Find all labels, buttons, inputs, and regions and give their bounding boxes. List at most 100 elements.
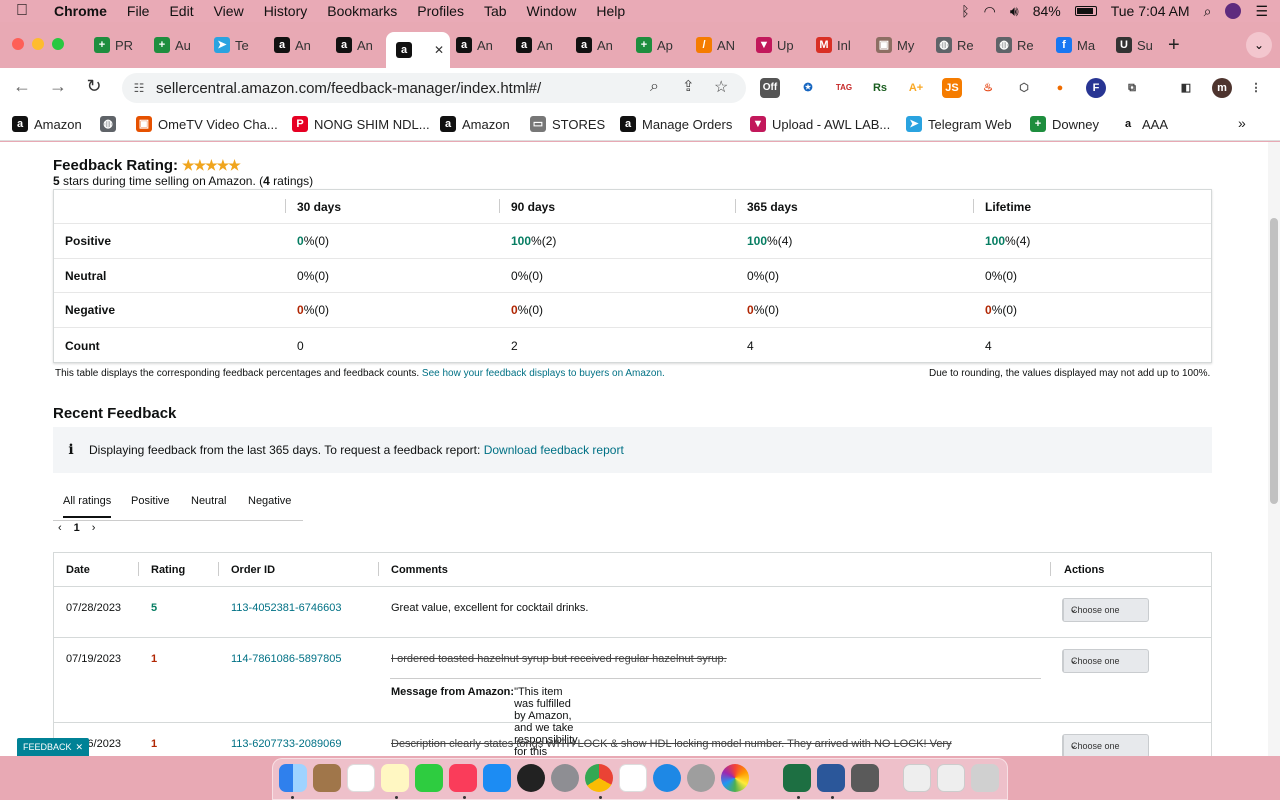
col-rating[interactable]: Rating — [151, 564, 185, 576]
tab-active[interactable]: a ✕ — [386, 32, 450, 68]
facetime-icon[interactable] — [415, 764, 443, 792]
window-minimize-button[interactable] — [32, 38, 44, 50]
next-page-chevron-icon[interactable]: › — [92, 522, 96, 534]
word-icon[interactable] — [817, 764, 845, 792]
extension-tag-icon[interactable]: TAG — [834, 78, 854, 98]
row-order-id-link[interactable]: 114-7861086-5897805 — [231, 653, 342, 665]
reminders-icon[interactable] — [619, 764, 647, 792]
address-bar[interactable]: ☷ sellercentral.amazon.com/feedback-mana… — [122, 73, 746, 103]
page-scrollbar[interactable] — [1268, 142, 1280, 756]
action-dropdown[interactable]: Choose one ⌄ — [1062, 598, 1149, 622]
bookmark-star-icon[interactable]: ☆ — [714, 77, 728, 97]
wifi-icon[interactable]: ◠ — [984, 3, 996, 20]
side-panel-icon[interactable]: ◧ — [1176, 78, 1196, 98]
tab-negative[interactable]: Negative — [248, 495, 291, 507]
tab[interactable]: a An — [506, 30, 562, 60]
menu-app-name[interactable]: Chrome — [44, 3, 117, 19]
tab[interactable]: a An — [566, 30, 622, 60]
new-tab-button[interactable]: + — [1168, 34, 1180, 57]
share-icon[interactable]: ⇪ — [682, 77, 695, 95]
extension-off-badge-icon[interactable]: Off — [760, 78, 780, 98]
menu-tab[interactable]: Tab — [474, 3, 517, 19]
tab[interactable]: + Ap — [626, 30, 682, 60]
row-order-id-link[interactable]: 113-4052381-6746603 — [231, 602, 342, 614]
row-order-id-link[interactable]: 113-6207733-2089069 — [231, 738, 342, 750]
notes-icon[interactable] — [381, 764, 409, 792]
col-order-id[interactable]: Order ID — [231, 564, 275, 576]
bookmark-item[interactable]: ◍ — [100, 116, 122, 132]
tab-neutral[interactable]: Neutral — [191, 495, 226, 507]
tab[interactable]: ▼ Up — [746, 30, 802, 60]
app-store-icon[interactable] — [483, 764, 511, 792]
bookmark-item[interactable]: + Downey — [1030, 116, 1099, 132]
scrollbar-thumb[interactable] — [1270, 218, 1278, 504]
siri-dock-icon[interactable] — [517, 764, 545, 792]
notes-app-icon[interactable] — [313, 764, 341, 792]
tab-positive[interactable]: Positive — [131, 495, 170, 507]
extension-rs-icon[interactable]: Rs — [870, 78, 890, 98]
extension-fire-icon[interactable]: ♨ — [978, 78, 998, 98]
bookmark-item[interactable]: a AAA — [1120, 116, 1168, 132]
chrome-icon[interactable] — [585, 764, 613, 792]
tab[interactable]: f Ma — [1046, 30, 1102, 60]
close-icon[interactable]: ✕ — [75, 742, 83, 753]
col-date[interactable]: Date — [66, 564, 90, 576]
document-icon[interactable] — [937, 764, 965, 792]
tab[interactable]: ◍ Re — [986, 30, 1042, 60]
calculator-icon[interactable] — [851, 764, 879, 792]
menu-file[interactable]: File — [117, 3, 160, 19]
tab-search-chevron-icon[interactable]: ⌄ — [1246, 32, 1272, 58]
tab[interactable]: a An — [326, 30, 382, 60]
tab[interactable]: ➤ Te — [204, 30, 260, 60]
tab-all-ratings[interactable]: All ratings — [63, 495, 112, 518]
forward-button[interactable]: → — [40, 76, 76, 97]
zoom-icon[interactable]: ⌕ — [650, 78, 659, 96]
calendar-icon[interactable] — [347, 764, 375, 792]
tab[interactable]: + PR — [84, 30, 140, 60]
extensions-puzzle-icon[interactable]: ⧉ — [1122, 78, 1142, 98]
apple-icon[interactable]:  — [0, 2, 44, 20]
menu-view[interactable]: View — [204, 3, 254, 19]
system-settings-icon[interactable] — [551, 764, 579, 792]
tab[interactable]: / AN — [686, 30, 742, 60]
col-actions[interactable]: Actions — [1064, 564, 1104, 576]
bookmark-item[interactable]: ▣ OmeTV Video Cha... — [136, 116, 278, 132]
current-page[interactable]: 1 — [74, 522, 80, 534]
menu-window[interactable]: Window — [517, 3, 587, 19]
url-text[interactable]: sellercentral.amazon.com/feedback-manage… — [156, 80, 541, 97]
bluetooth-icon[interactable]: ᛒ — [961, 3, 969, 19]
tab[interactable]: a An — [446, 30, 502, 60]
bookmarks-overflow-icon[interactable]: » — [1238, 115, 1246, 131]
safari-icon[interactable] — [653, 764, 681, 792]
tab-close-icon[interactable]: ✕ — [434, 43, 444, 57]
bookmark-item[interactable]: a Amazon — [440, 116, 510, 132]
trash-icon[interactable] — [971, 764, 999, 792]
col-comments[interactable]: Comments — [391, 564, 448, 576]
menubar-clock[interactable]: Tue 7:04 AM — [1111, 3, 1190, 19]
site-info-icon[interactable]: ☷ — [122, 81, 156, 95]
extension-f-icon[interactable]: F — [1086, 78, 1106, 98]
extension-cube-icon[interactable]: ⬡ — [1014, 78, 1034, 98]
battery-icon[interactable] — [1074, 6, 1097, 16]
tab[interactable]: a An — [264, 30, 320, 60]
tab[interactable]: M Inl — [806, 30, 862, 60]
action-dropdown[interactable]: Choose one ⌄ — [1062, 734, 1149, 756]
menu-history[interactable]: History — [254, 3, 318, 19]
reload-button[interactable]: ↻ — [76, 76, 112, 97]
window-zoom-button[interactable] — [52, 38, 64, 50]
site-feedback-button[interactable]: FEEDBACK ✕ — [17, 738, 89, 756]
menu-bookmarks[interactable]: Bookmarks — [317, 3, 407, 19]
tab[interactable]: + Au — [144, 30, 200, 60]
extension-ascount-icon[interactable]: A+ — [906, 78, 926, 98]
profile-avatar[interactable]: m — [1212, 78, 1232, 98]
document-icon[interactable] — [903, 764, 931, 792]
extension-js-icon[interactable]: JS — [942, 78, 962, 98]
bookmark-item[interactable]: ▼ Upload - AWL LAB... — [750, 116, 890, 132]
action-dropdown[interactable]: Choose one ⌄ — [1062, 649, 1149, 673]
photos-icon[interactable] — [721, 764, 749, 792]
extension-orange-icon[interactable]: ● — [1050, 78, 1070, 98]
siri-icon[interactable] — [1225, 3, 1242, 19]
bookmark-item[interactable]: ▭ STORES — [530, 116, 605, 132]
bookmark-item[interactable]: a Amazon — [12, 116, 82, 132]
tab[interactable]: ◍ Re — [926, 30, 982, 60]
